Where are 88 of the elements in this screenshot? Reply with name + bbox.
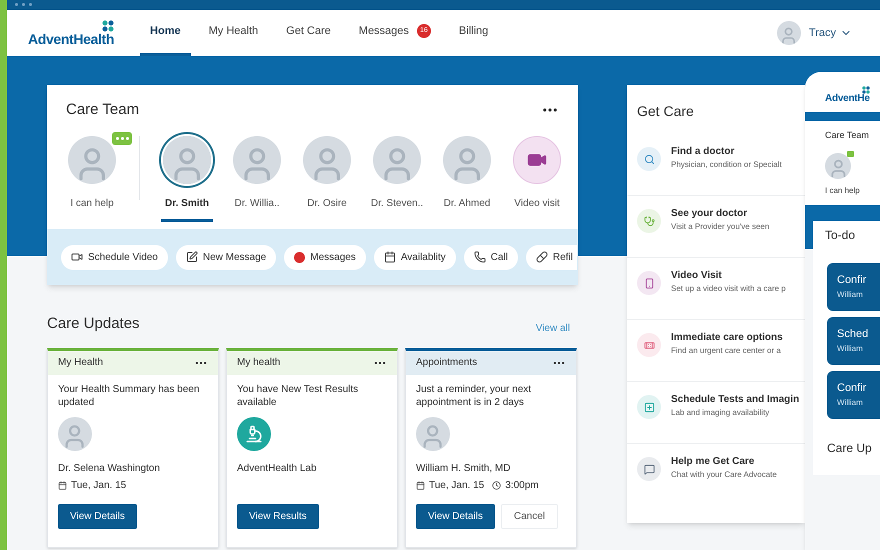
quick-action-button[interactable]: Availablity (374, 244, 456, 270)
option-title: Video Visit (671, 269, 723, 283)
primary-button[interactable]: View Details (58, 504, 137, 528)
get-care-option[interactable]: See your doctor Visit a Provider you've seen (627, 196, 805, 258)
calendar-icon (416, 481, 425, 490)
update-message: Your Health Summary has been updated (58, 382, 200, 410)
calendar-icon (384, 251, 396, 263)
card-title: Get Care (636, 102, 695, 121)
todo-subtitle: William (837, 288, 864, 301)
option-title: Find a doctor (671, 145, 736, 159)
avatar-placeholder (416, 416, 450, 450)
quick-action-button[interactable]: Refil (526, 244, 577, 270)
care-team-member-name[interactable]: Dr. Willia.. (234, 196, 280, 210)
quick-action-button[interactable]: Schedule Video (61, 244, 168, 270)
assistant-avatar (68, 136, 116, 184)
logo-icon (102, 20, 114, 32)
message-icon (186, 251, 198, 263)
phone-icon (474, 251, 486, 263)
chat-bubble-icon (112, 132, 132, 144)
todo-item[interactable]: Sched William (827, 316, 880, 364)
logo-icon (862, 86, 870, 94)
update-time: 3:00pm (505, 479, 539, 493)
card-title: Care Team (66, 100, 140, 120)
get-care-option[interactable]: Help me Get Care Chat with your Care Advocate (627, 444, 805, 506)
refill-icon (536, 251, 548, 263)
card-category: My health (237, 356, 280, 370)
secondary-button[interactable]: Cancel (500, 504, 558, 528)
todo-item[interactable]: Confir William (827, 262, 880, 310)
preview-section-title: Care Up (827, 440, 873, 456)
video-visit-button[interactable] (513, 136, 561, 184)
todo-title: Confir (837, 273, 868, 288)
clock-icon (492, 481, 502, 490)
chat-bubble-icon (847, 150, 854, 156)
todo-subtitle: William (837, 396, 864, 409)
todo-item[interactable]: Confir William (827, 370, 880, 418)
brand-logo-text: AdventHe (825, 94, 870, 104)
todo-subtitle: William (837, 342, 864, 355)
update-date: Tue, Jan. 15 (71, 479, 126, 493)
option-subtitle: Chat with your Care Advocate (671, 469, 777, 481)
user-avatar (776, 20, 801, 45)
microscope-badge-icon (237, 416, 271, 450)
todo-title: Confir (837, 381, 868, 396)
brand-logo-text: AdventHealth (28, 32, 114, 46)
get-care-option[interactable]: Schedule Tests and Imagin Lab and imaging availability (627, 382, 805, 444)
update-message: Just a reminder, your next appointment is in 2 days (416, 382, 532, 410)
get-care-option[interactable]: Immediate care options Find an urgent care center or a (627, 320, 805, 382)
section-title: Care Updates (47, 314, 140, 334)
avatar-placeholder (58, 416, 92, 450)
quick-action-button[interactable]: Call (464, 244, 518, 270)
assistant-label: I can help (825, 184, 861, 196)
calendar-icon (58, 481, 67, 490)
preview-section-title: Care Team (825, 129, 870, 142)
video-icon (71, 251, 83, 263)
assistant-avatar (825, 152, 851, 178)
quick-action-button[interactable]: Messages (284, 244, 366, 270)
nav-tab[interactable]: My Health (198, 10, 268, 56)
update-person: AdventHealth Lab (237, 462, 318, 476)
care-team-member-name[interactable]: Dr. Smith (165, 196, 209, 210)
care-team-member-name[interactable]: Dr. Steven.. (370, 196, 424, 210)
update-message: You have New Test Results available (237, 382, 360, 410)
update-date: Tue, Jan. 15 (429, 479, 484, 493)
card-category: My Health (58, 356, 104, 370)
care-team-member-name[interactable]: Dr. Osire (307, 196, 347, 210)
quick-action-button[interactable]: New Message (176, 244, 276, 270)
nav-tab[interactable]: Billing (448, 10, 498, 56)
get-care-option[interactable]: Find a doctor Physician, condition or Specialt (627, 134, 805, 196)
primary-button[interactable]: View Results (237, 504, 319, 528)
primary-button[interactable]: View Details (416, 504, 495, 528)
preview-section-title: To-do (825, 226, 856, 244)
option-subtitle: Lab and imaging availability (671, 407, 770, 419)
option-title: See your doctor (671, 207, 748, 221)
option-title: Immediate care options (671, 331, 783, 345)
update-person: Dr. Selena Washington (58, 462, 161, 476)
care-team-member-name[interactable]: Dr. Ahmed (444, 196, 490, 210)
card-category: Appointments (416, 356, 478, 370)
option-subtitle: Physician, condition or Specialt (671, 159, 782, 171)
update-person: William H. Smith, MD (416, 462, 512, 476)
get-care-option[interactable]: Video Visit Set up a video visit with a care p (627, 258, 805, 320)
option-subtitle: Visit a Provider you've seen (671, 221, 770, 233)
todo-title: Sched (837, 327, 870, 342)
care-team-member-name[interactable]: I can help (70, 196, 114, 210)
option-subtitle: Find an urgent care center or a (671, 345, 782, 357)
option-title: Schedule Tests and Imagin (671, 393, 800, 407)
care-team-member-name[interactable]: Video visit (514, 196, 560, 210)
nav-tab[interactable]: Get Care (276, 10, 341, 56)
option-subtitle: Set up a video visit with a care p (671, 283, 786, 295)
option-title: Help me Get Care (671, 455, 756, 469)
user-menu-button[interactable]: Tracy (808, 24, 852, 42)
